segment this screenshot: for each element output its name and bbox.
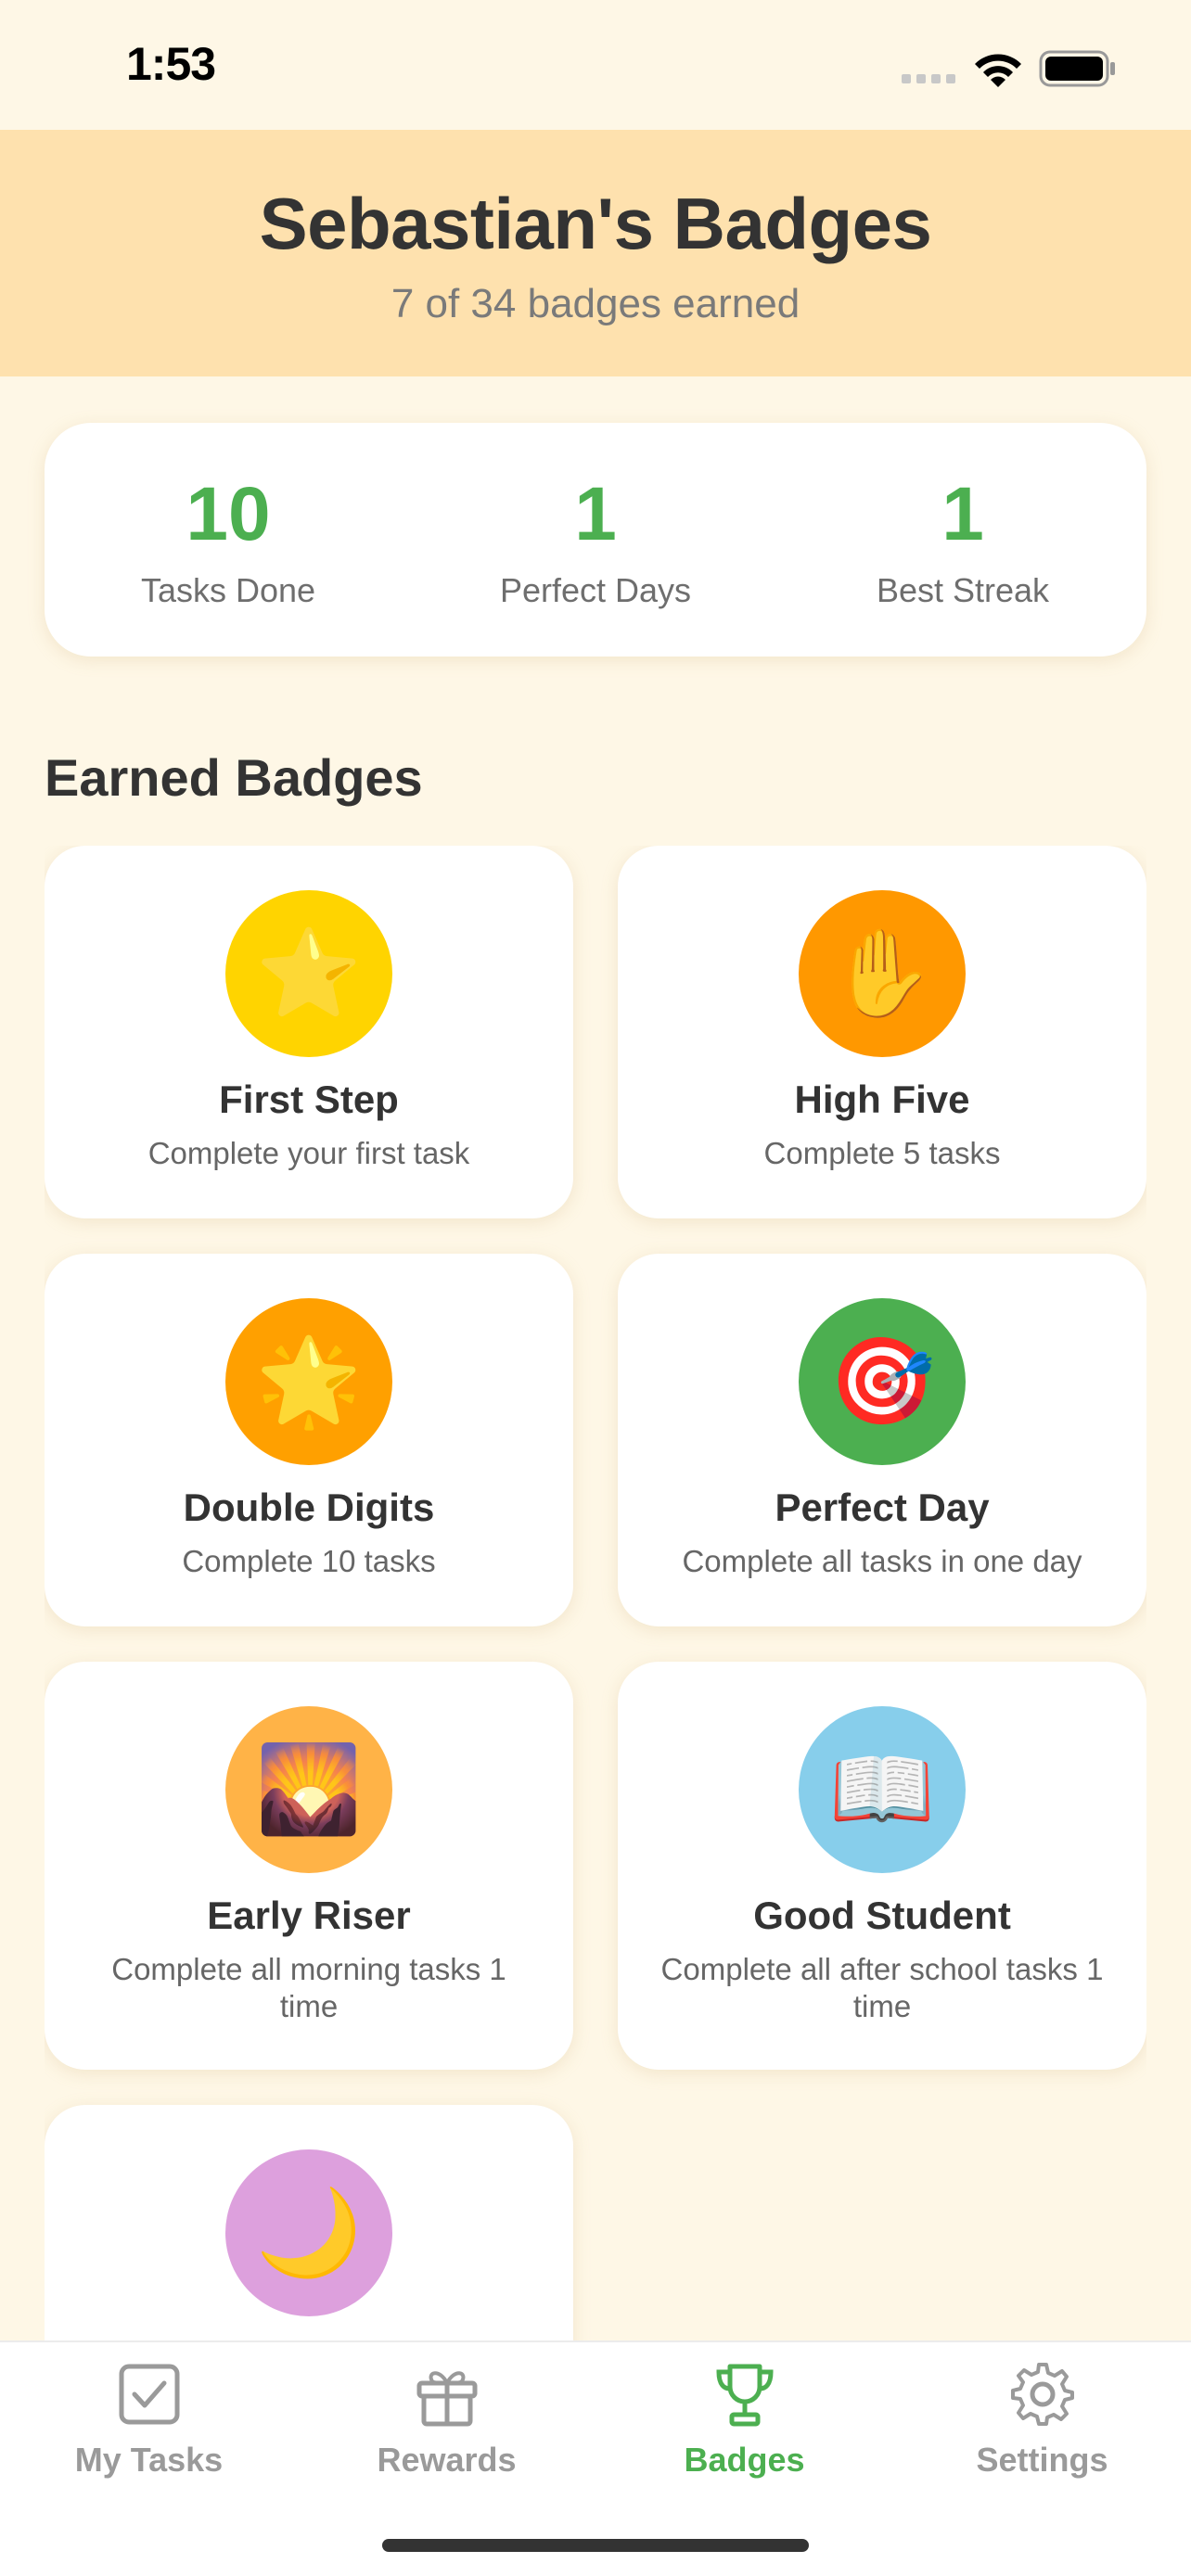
tab-my-tasks[interactable]: My Tasks [0, 2359, 298, 2526]
badge-card-first-step[interactable]: ⭐ First Step Complete your first task [45, 846, 573, 1218]
trophy-icon [715, 2364, 774, 2427]
gear-icon [1010, 2363, 1074, 2426]
badge-description: Complete all tasks in one day [682, 1544, 1082, 1578]
page-subtitle: 7 of 34 badges earned [391, 281, 800, 326]
stat-value: 1 [574, 472, 617, 556]
badge-name: Good Student [753, 1894, 1011, 1937]
badge-card-high-five[interactable]: ✋ High Five Complete 5 tasks [618, 846, 1146, 1218]
badge-card-good-student[interactable]: 📖 Good Student Complete all after school… [618, 1662, 1146, 2070]
badge-name: First Step [219, 1078, 399, 1121]
badge-name: High Five [794, 1078, 970, 1121]
stat-label: Perfect Days [499, 571, 692, 609]
badge-card-double-digits[interactable]: 🌟 Double Digits Complete 10 tasks [45, 1254, 573, 1626]
badge-card-perfect-day[interactable]: 🎯 Perfect Day Complete all tasks in one … [618, 1254, 1146, 1626]
section-title: Earned Badges [45, 748, 423, 807]
stat-label: Tasks Done [140, 571, 316, 609]
status-bar: 1:53 [0, 0, 1191, 130]
badge-card-night-owl[interactable]: 🌙 [45, 2105, 573, 2340]
badge-name: Perfect Day [775, 1486, 990, 1529]
badge-description: Complete 5 tasks [763, 1136, 1001, 1170]
stat-best-streak: 1 Best Streak [779, 423, 1146, 657]
page-title: Sebastian's Badges [259, 183, 932, 264]
stat-tasks-done: 10 Tasks Done [45, 423, 412, 657]
bullseye-icon: 🎯 [799, 1298, 966, 1465]
badges-grid: ⭐ First Step Complete your first task ✋ … [45, 846, 1146, 2340]
stat-value: 1 [941, 472, 984, 556]
header: Sebastian's Badges 7 of 34 badges earned [0, 130, 1191, 376]
star-icon: ⭐ [225, 890, 392, 1057]
cellular-signal-icon [902, 74, 957, 85]
battery-icon [1039, 50, 1115, 87]
stat-label: Best Streak [876, 571, 1050, 609]
tab-badges[interactable]: Badges [596, 2359, 893, 2526]
tab-rewards[interactable]: Rewards [298, 2359, 596, 2526]
badge-description: Complete your first task [147, 1136, 470, 1170]
stat-perfect-days: 1 Perfect Days [412, 423, 779, 657]
badge-description: Complete all after school tasks 1 time [660, 1952, 1104, 2023]
badge-card-early-riser[interactable]: 🌄 Early Riser Complete all morning tasks… [45, 1662, 573, 2070]
home-indicator [382, 2539, 809, 2552]
sunrise-icon: 🌄 [225, 1706, 392, 1873]
stat-value: 10 [186, 472, 271, 556]
gift-icon [416, 2371, 477, 2427]
open-book-icon: 📖 [799, 1706, 966, 1873]
glowing-star-icon: 🌟 [225, 1298, 392, 1465]
tab-settings[interactable]: Settings [893, 2359, 1191, 2526]
status-time: 1:53 [126, 38, 216, 90]
badge-description: Complete all morning tasks 1 time [111, 1952, 506, 2023]
badge-description: Complete 10 tasks [182, 1544, 436, 1578]
tab-label: Badges [684, 2441, 805, 2479]
badge-name: Early Riser [207, 1894, 411, 1937]
raised-hand-icon: ✋ [799, 890, 966, 1057]
badge-name: Double Digits [183, 1486, 435, 1529]
stats-card: 10 Tasks Done 1 Perfect Days 1 Best Stre… [45, 423, 1146, 657]
checkbox-icon [119, 2364, 179, 2425]
wifi-icon [975, 54, 1021, 87]
tab-label: Rewards [377, 2441, 517, 2479]
tab-label: Settings [976, 2441, 1108, 2479]
tab-label: My Tasks [74, 2441, 224, 2479]
crescent-moon-icon: 🌙 [225, 2149, 392, 2316]
